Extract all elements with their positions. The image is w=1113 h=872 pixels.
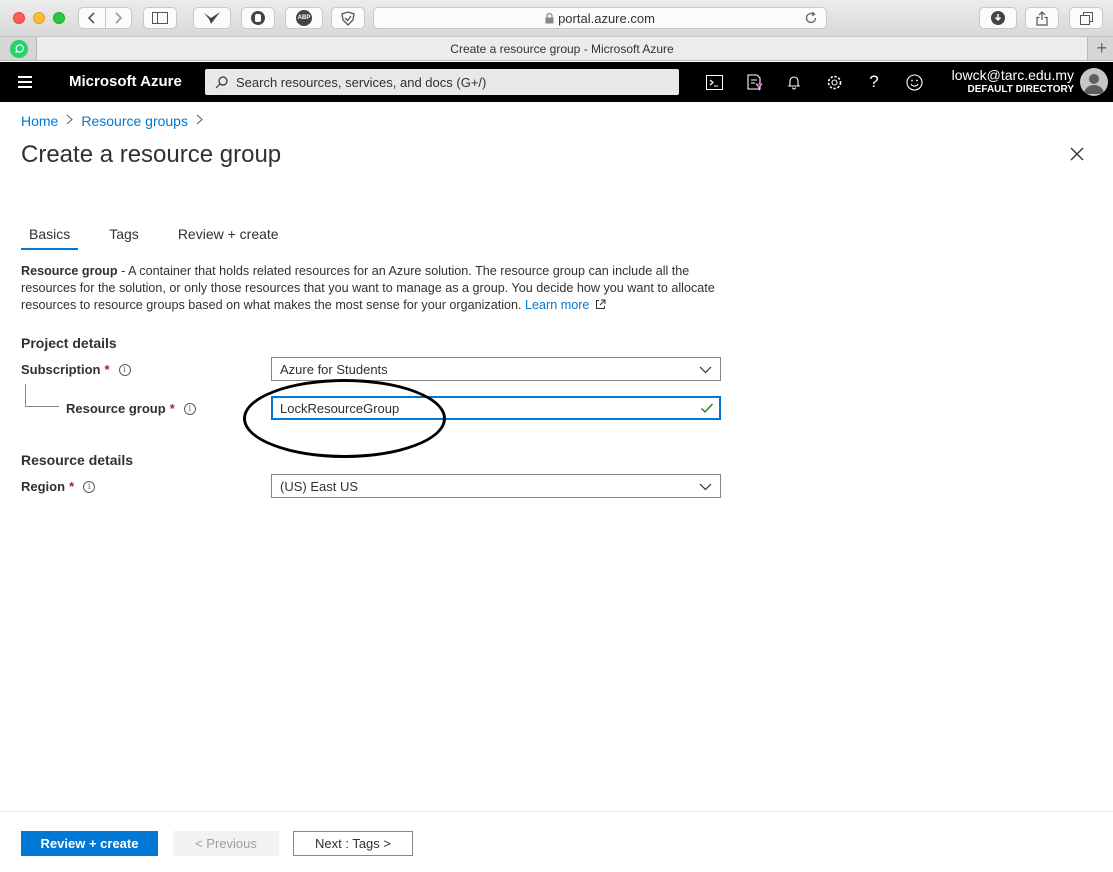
resource-group-description: Resource group - A container that holds … — [21, 263, 721, 314]
subscription-value: Azure for Students — [280, 361, 388, 377]
account-directory: DEFAULT DIRECTORY — [967, 84, 1074, 95]
subscription-label-text: Subscription — [21, 362, 101, 377]
annotation-ellipse — [243, 379, 446, 458]
region-select[interactable]: (US) East US — [271, 474, 721, 498]
footer-divider — [0, 811, 1113, 812]
shield-icon — [341, 10, 355, 26]
tabs-icon — [1079, 11, 1093, 25]
info-icon[interactable]: i — [183, 402, 196, 415]
chevron-down-icon — [699, 483, 712, 491]
extension-privacy-button[interactable] — [241, 7, 275, 29]
breadcrumb-resource-groups-link[interactable]: Resource groups — [81, 113, 188, 129]
tab-basics[interactable]: Basics — [21, 224, 79, 250]
chevron-right-icon — [66, 114, 74, 128]
account-menu[interactable]: lowck@tarc.edu.my DEFAULT DIRECTORY — [952, 67, 1074, 95]
settings-gear-icon[interactable] — [824, 72, 844, 92]
chevron-right-icon — [115, 12, 123, 24]
close-blade-icon[interactable] — [1068, 145, 1086, 163]
history-nav — [78, 7, 132, 29]
extension-bird-button[interactable] — [193, 7, 231, 29]
search-placeholder: Search resources, services, and docs (G+… — [236, 74, 487, 90]
extension-shield-button[interactable] — [331, 7, 365, 29]
download-icon — [991, 11, 1005, 25]
description-term: Resource group — [21, 264, 118, 278]
global-search-input[interactable]: Search resources, services, and docs (G+… — [205, 69, 679, 95]
forward-button[interactable] — [104, 8, 132, 28]
whatsapp-icon[interactable] — [10, 40, 28, 58]
hamburger-menu-icon[interactable] — [18, 76, 32, 91]
back-button[interactable] — [79, 8, 105, 28]
review-create-button[interactable]: Review + create — [21, 831, 158, 856]
feedback-smiley-icon[interactable] — [904, 72, 924, 92]
new-tab-plus-icon[interactable]: + — [1096, 38, 1107, 59]
resource-group-label-text: Resource group — [66, 401, 166, 416]
resource-group-label: Resource group * i — [66, 401, 196, 416]
project-details-heading: Project details — [21, 335, 117, 351]
cloud-shell-icon[interactable] — [704, 72, 724, 92]
tab-title: Create a resource group - Microsoft Azur… — [450, 41, 674, 56]
lock-icon — [545, 12, 554, 23]
address-url: portal.azure.com — [558, 10, 655, 26]
chevron-down-icon — [699, 366, 712, 374]
brand-title[interactable]: Microsoft Azure — [69, 73, 182, 90]
required-marker: * — [169, 401, 175, 416]
tab-azure[interactable]: Create a resource group - Microsoft Azur… — [36, 37, 1088, 60]
previous-button[interactable]: < Previous — [173, 831, 279, 856]
checkmark-icon — [701, 403, 713, 413]
description-text: - A container that holds related resourc… — [21, 264, 715, 312]
close-window-button[interactable] — [13, 12, 25, 24]
avatar[interactable] — [1080, 68, 1108, 96]
next-tags-button[interactable]: Next : Tags > — [293, 831, 413, 856]
subscription-select[interactable]: Azure for Students — [271, 357, 721, 381]
region-label-text: Region — [21, 479, 66, 494]
breadcrumb: Home Resource groups — [21, 113, 211, 129]
address-bar[interactable]: portal.azure.com — [373, 7, 827, 29]
minimize-window-button[interactable] — [33, 12, 45, 24]
reload-icon[interactable] — [804, 11, 818, 25]
user-avatar-icon — [1084, 74, 1104, 94]
required-marker: * — [69, 479, 75, 494]
region-label: Region * i — [21, 479, 96, 494]
sidebar-toggle-button[interactable] — [143, 7, 177, 29]
account-email: lowck@tarc.edu.my — [951, 67, 1074, 83]
browser-toolbar: ABP portal.azure.com — [0, 0, 1113, 37]
tab-tags[interactable]: Tags — [101, 224, 147, 248]
azure-top-bar: Microsoft Azure Search resources, servic… — [0, 62, 1113, 102]
chevron-right-icon — [196, 114, 203, 128]
zoom-window-button[interactable] — [53, 12, 65, 24]
tab-overview-button[interactable] — [1069, 7, 1103, 29]
notifications-bell-icon[interactable] — [784, 72, 804, 92]
page-title: Create a resource group — [21, 141, 282, 168]
directory-filter-icon[interactable] — [744, 72, 764, 92]
bird-icon — [204, 12, 220, 24]
downloads-button[interactable] — [979, 7, 1017, 29]
search-icon — [215, 75, 228, 88]
info-icon[interactable]: i — [83, 480, 96, 493]
share-icon — [1036, 10, 1048, 26]
adblock-icon: ABP — [296, 10, 312, 26]
resource-details-heading: Resource details — [21, 452, 134, 468]
required-marker: * — [104, 362, 110, 377]
wizard-tabs: Basics Tags Review + create — [21, 224, 310, 250]
help-question-icon[interactable]: ? — [864, 72, 884, 92]
info-icon[interactable]: i — [118, 363, 131, 376]
breadcrumb-home-link[interactable]: Home — [21, 113, 58, 129]
tab-review-create[interactable]: Review + create — [170, 224, 287, 248]
adblock-button[interactable]: ABP — [285, 7, 323, 29]
hand-icon — [251, 11, 265, 25]
external-link-icon — [595, 299, 606, 309]
region-value: (US) East US — [280, 478, 359, 494]
share-button[interactable] — [1025, 7, 1059, 29]
tree-connector — [25, 384, 59, 407]
chevron-left-icon — [87, 12, 95, 24]
browser-tabbar: Create a resource group - Microsoft Azur… — [0, 37, 1113, 61]
sidebar-icon — [152, 12, 168, 24]
learn-more-link[interactable]: Learn more — [525, 298, 606, 312]
subscription-label: Subscription * i — [21, 362, 131, 377]
learn-more-label: Learn more — [525, 298, 590, 312]
